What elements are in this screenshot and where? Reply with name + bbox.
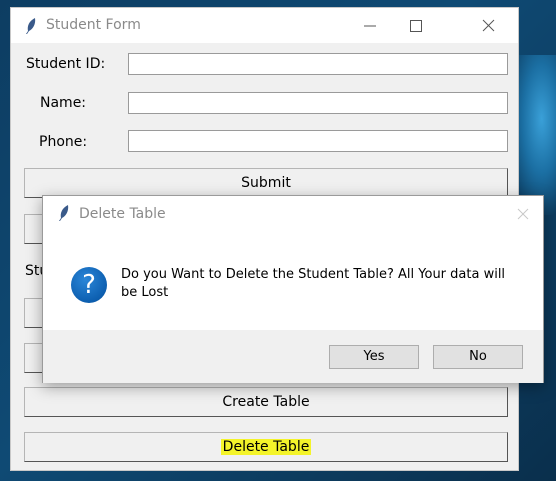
dialog-close-icon[interactable] <box>513 204 533 224</box>
create-table-button[interactable]: Create Table <box>24 387 508 417</box>
submit-button[interactable]: Submit <box>24 168 508 198</box>
maximize-button[interactable] <box>394 8 440 43</box>
delete-table-dialog: Delete Table ? Do you Want to Delete the… <box>42 195 544 383</box>
delete-table-button[interactable]: Delete Table <box>24 432 508 462</box>
no-button[interactable]: No <box>433 345 523 369</box>
name-label: Name: <box>40 95 87 111</box>
title-bar: Student Form <box>11 8 518 43</box>
question-icon: ? <box>71 267 107 303</box>
student-id-field[interactable] <box>128 53 508 75</box>
maximize-icon <box>410 20 422 32</box>
yes-button[interactable]: Yes <box>329 345 419 369</box>
phone-field[interactable] <box>128 130 508 152</box>
feather-icon <box>26 18 36 34</box>
close-icon <box>482 19 495 32</box>
name-field[interactable] <box>128 92 508 114</box>
phone-label: Phone: <box>39 134 88 150</box>
delete-table-label: Delete Table <box>220 439 312 455</box>
dialog-message: Do you Want to Delete the Student Table?… <box>121 267 506 300</box>
dialog-title: Delete Table <box>79 206 166 222</box>
student-id-label: Student ID: <box>26 56 106 72</box>
dialog-footer: Yes No <box>43 330 543 383</box>
close-button[interactable] <box>466 8 512 43</box>
minimize-button[interactable] <box>348 8 394 43</box>
feather-icon <box>59 205 69 221</box>
window-title: Student Form <box>46 17 141 33</box>
minimize-icon <box>364 25 376 27</box>
